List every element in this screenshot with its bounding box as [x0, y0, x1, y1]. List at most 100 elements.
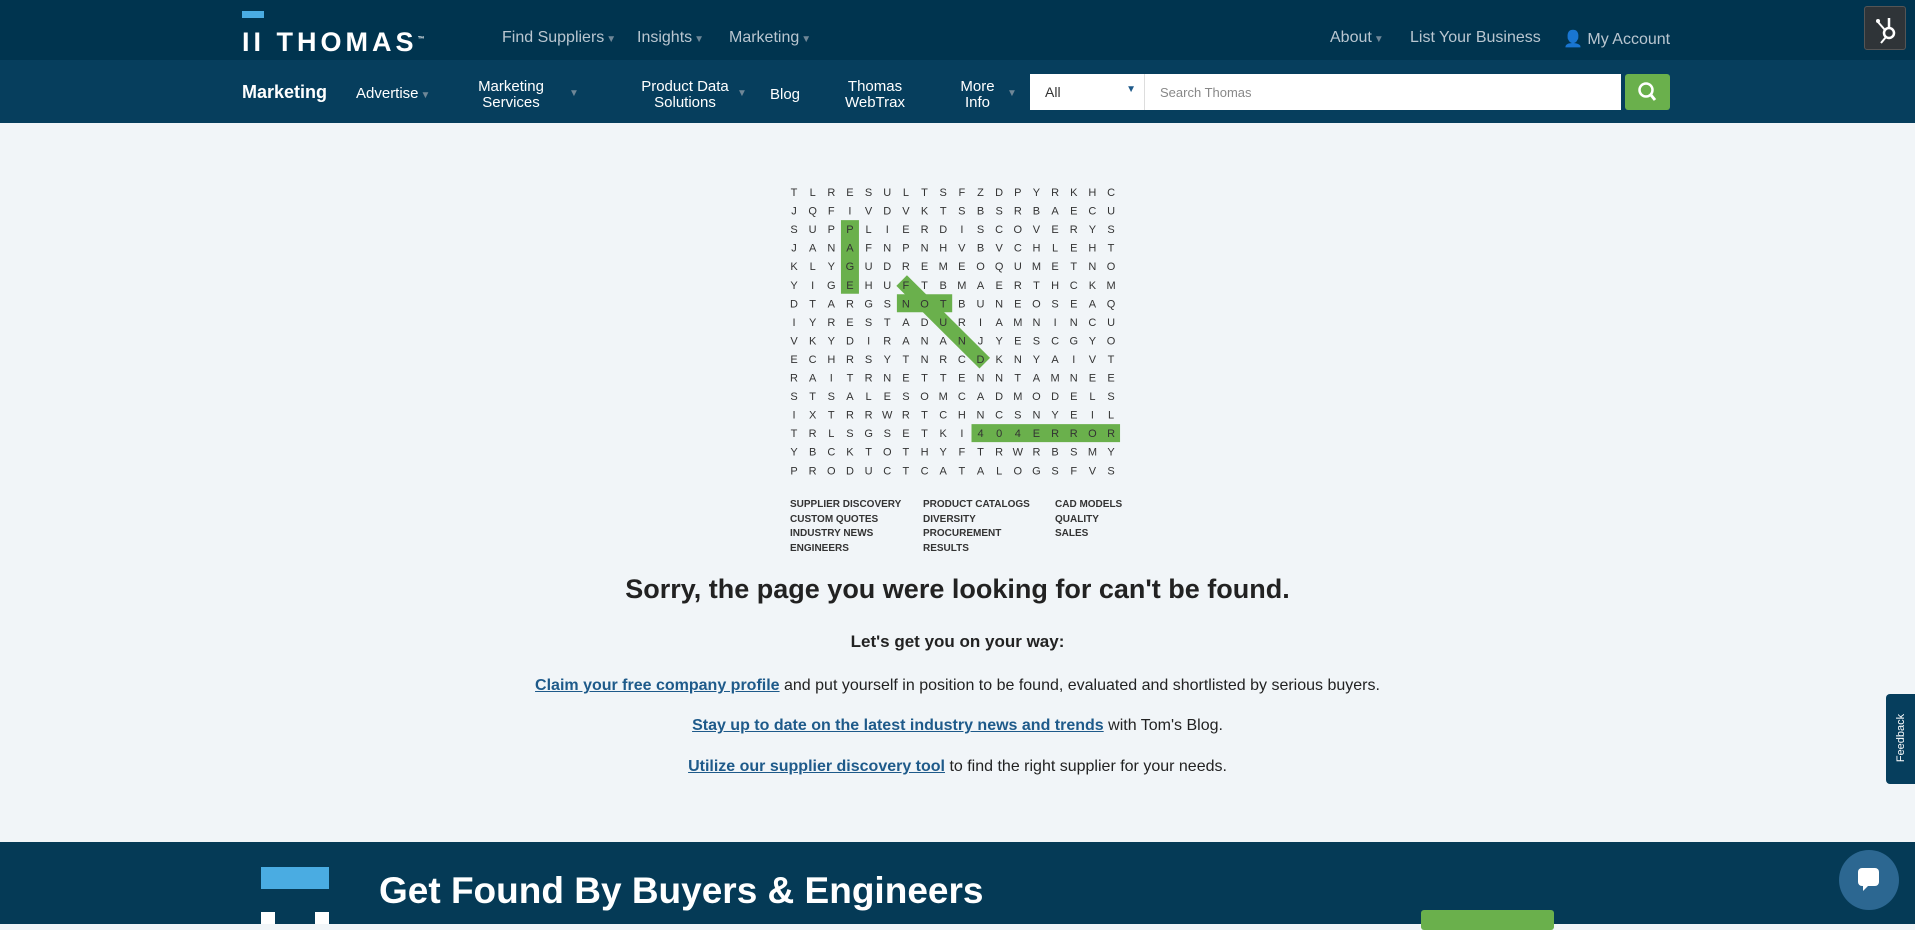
claim-profile-link[interactable]: Claim your free company profile: [535, 677, 780, 694]
puzzle-letter: E: [958, 261, 965, 273]
puzzle-letter: S: [1014, 410, 1021, 422]
puzzle-letter: Q: [1107, 298, 1116, 310]
puzzle-letter: E: [921, 261, 928, 273]
puzzle-letter: O: [1014, 465, 1023, 477]
search-input[interactable]: [1145, 74, 1621, 110]
puzzle-letter: C: [1088, 206, 1096, 218]
puzzle-letter: V: [958, 243, 966, 255]
hubspot-icon[interactable]: [1864, 6, 1906, 50]
puzzle-letter: L: [810, 187, 816, 199]
puzzle-letter: R: [846, 410, 854, 422]
puzzle-letter: E: [1014, 335, 1021, 347]
puzzle-letter: I: [886, 224, 889, 236]
subnav-marketing-services[interactable]: Marketing Services: [465, 79, 557, 111]
puzzle-letter: Y: [1033, 187, 1041, 199]
chat-button[interactable]: [1839, 850, 1899, 910]
subnav-product-data-solutions[interactable]: Product Data Solutions: [615, 79, 755, 111]
puzzle-letter: C: [995, 224, 1003, 236]
puzzle-letter: W: [1013, 447, 1024, 459]
puzzle-letter: Y: [1089, 224, 1097, 236]
puzzle-letter: D: [977, 354, 985, 366]
logo[interactable]: II THOMAS™: [242, 27, 429, 58]
puzzle-letter: K: [940, 428, 948, 440]
cta-button[interactable]: [1421, 910, 1554, 930]
puzzle-letter: T: [1033, 280, 1040, 292]
subnav-advertise[interactable]: Advertise ▼: [356, 86, 430, 104]
subnav-more-info[interactable]: More Info: [955, 79, 1000, 111]
puzzle-letter: R: [1070, 428, 1078, 440]
puzzle-letter: C: [1107, 187, 1115, 199]
word-list-item: CAD MODELS: [1055, 499, 1123, 510]
subheading: Let's get you on your way:: [850, 632, 1065, 651]
puzzle-letter: N: [883, 373, 891, 385]
puzzle-letter: O: [920, 298, 929, 310]
puzzle-letter: C: [827, 447, 835, 459]
puzzle-letter: R: [921, 224, 929, 236]
puzzle-letter: U: [1107, 206, 1115, 218]
puzzle-letter: L: [1089, 391, 1095, 403]
puzzle-letter: P: [1014, 187, 1021, 199]
puzzle-letter: S: [790, 224, 797, 236]
puzzle-letter: E: [1051, 224, 1058, 236]
puzzle-letter: I: [848, 206, 851, 218]
puzzle-letter: R: [865, 410, 873, 422]
nav-list-your-business[interactable]: List Your Business: [1410, 29, 1541, 47]
blog-link[interactable]: Stay up to date on the latest industry n…: [692, 717, 1104, 734]
puzzle-letter: A: [995, 317, 1003, 329]
puzzle-letter: U: [865, 465, 873, 477]
puzzle-letter: N: [902, 298, 910, 310]
subnav-thomas-webtrax[interactable]: Thomas WebTrax: [835, 79, 915, 111]
nav-marketing[interactable]: Marketing ▼: [729, 29, 811, 47]
puzzle-letter: R: [846, 298, 854, 310]
nav-find-suppliers[interactable]: Find Suppliers ▼: [502, 29, 616, 47]
puzzle-letter: E: [846, 187, 853, 199]
feedback-tab[interactable]: Feedback: [1886, 694, 1915, 784]
puzzle-letter: F: [958, 447, 965, 459]
puzzle-letter: S: [828, 391, 835, 403]
puzzle-letter: R: [1107, 428, 1115, 440]
puzzle-letter: T: [828, 410, 835, 422]
puzzle-letter: E: [846, 280, 853, 292]
puzzle-letter: A: [1033, 373, 1041, 385]
puzzle-letter: E: [790, 354, 797, 366]
supplier-discovery-link[interactable]: Utilize our supplier discovery tool: [688, 758, 945, 775]
word-list-item: SUPPLIER DISCOVERY: [790, 499, 902, 510]
puzzle-letter: S: [884, 428, 891, 440]
puzzle-letter: M: [939, 261, 948, 273]
puzzle-letter: C: [939, 410, 947, 422]
puzzle-letter: T: [791, 187, 798, 199]
puzzle-letter: E: [846, 317, 853, 329]
puzzle-letter: T: [809, 391, 816, 403]
nav-about[interactable]: About ▼: [1330, 29, 1384, 47]
puzzle-letter: V: [790, 335, 798, 347]
puzzle-letter: Y: [940, 447, 948, 459]
puzzle-letter: T: [921, 280, 928, 292]
puzzle-letter: C: [958, 354, 966, 366]
puzzle-letter: S: [1051, 298, 1058, 310]
puzzle-letter: C: [921, 465, 929, 477]
puzzle-letter: B: [940, 280, 947, 292]
puzzle-letter: M: [1032, 261, 1041, 273]
puzzle-letter: S: [865, 354, 872, 366]
page-title: Sorry, the page you were looking for can…: [625, 574, 1290, 604]
search-button[interactable]: [1625, 74, 1670, 110]
nav-my-account[interactable]: 👤 My Account: [1563, 29, 1670, 49]
nav-insights[interactable]: Insights ▼: [637, 29, 704, 47]
search-category-select[interactable]: All ▼: [1030, 74, 1145, 110]
subnav-blog[interactable]: Blog: [770, 87, 800, 103]
puzzle-letter: Y: [828, 335, 836, 347]
puzzle-letter: L: [810, 261, 816, 273]
puzzle-letter: J: [978, 335, 984, 347]
logo-mark: [261, 912, 275, 924]
puzzle-letter: S: [884, 298, 891, 310]
puzzle-letter: N: [921, 335, 929, 347]
puzzle-letter: D: [846, 335, 854, 347]
puzzle-letter: I: [867, 335, 870, 347]
puzzle-letter: L: [828, 428, 834, 440]
puzzle-letter: R: [939, 354, 947, 366]
puzzle-letter: H: [1032, 243, 1040, 255]
puzzle-letter: E: [1070, 206, 1077, 218]
puzzle-letter: C: [958, 391, 966, 403]
puzzle-letter: A: [809, 373, 817, 385]
puzzle-letter: Y: [790, 280, 798, 292]
